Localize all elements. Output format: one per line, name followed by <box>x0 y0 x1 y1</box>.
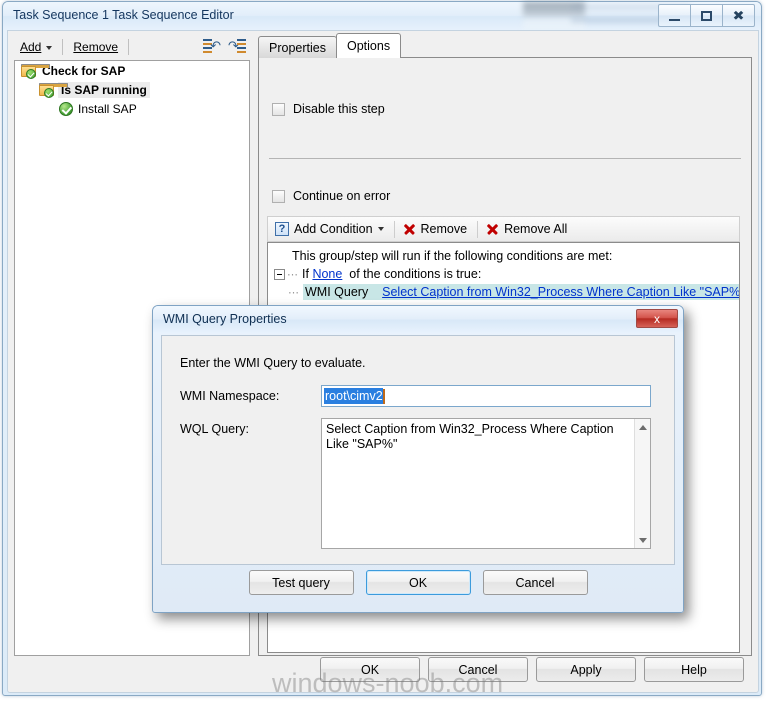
add-condition-button[interactable]: ? Add Condition <box>272 220 390 238</box>
tree-item-install-sap[interactable]: Install SAP <box>15 99 249 118</box>
toolbar-divider-2 <box>477 220 479 238</box>
expand-bars <box>237 39 246 53</box>
continue-on-error-row[interactable]: Continue on error <box>272 189 390 203</box>
green-check-icon <box>59 101 73 116</box>
dialog-buttons: Test query OK Cancel <box>153 570 683 595</box>
test-query-button[interactable]: Test query <box>248 570 354 595</box>
minimize-button[interactable] <box>658 4 691 27</box>
dialog-instruction: Enter the WMI Query to evaluate. <box>180 356 366 370</box>
tree-toolbar: Add Remove ↶ ↷ <box>14 34 250 60</box>
window-title-bar[interactable]: Task Sequence 1 Task Sequence Editor ✖ <box>3 2 761 30</box>
disable-this-step-checkbox[interactable] <box>272 102 285 116</box>
tab-properties-label: Properties <box>269 40 326 55</box>
minimize-icon <box>669 16 680 21</box>
remove-button-label: Remove <box>73 40 119 54</box>
dialog-body: Enter the WMI Query to evaluate. WMI Nam… <box>161 335 675 565</box>
ok-button[interactable]: OK <box>320 657 420 682</box>
wql-query-textarea[interactable]: Select Caption from Win32_Process Where … <box>321 418 651 549</box>
dialog-title-bar[interactable]: WMI Query Properties x <box>153 306 683 333</box>
continue-on-error-checkbox[interactable] <box>272 189 285 203</box>
toolbar-divider <box>62 39 64 55</box>
continue-on-error-label: Continue on error <box>293 189 391 203</box>
remove-condition-button[interactable]: Remove <box>399 220 474 238</box>
maximize-button[interactable] <box>691 4 723 27</box>
dialog-cancel-button[interactable]: Cancel <box>482 570 588 595</box>
wmi-namespace-value: root\cimv2 <box>324 388 383 404</box>
maximize-icon <box>701 10 712 21</box>
options-divider <box>269 158 741 159</box>
tree-item-label: Install SAP <box>78 101 137 116</box>
add-button[interactable]: Add <box>14 37 58 57</box>
tree-item-is-sap-running[interactable]: Is SAP running <box>15 80 249 99</box>
expand-all-icon[interactable]: ↷ <box>228 38 246 55</box>
background-ghost-artifact-b <box>523 18 585 30</box>
toolbar-divider-2 <box>128 39 130 55</box>
remove-button[interactable]: Remove <box>67 37 124 57</box>
text-caret <box>382 388 385 404</box>
if-prefix-label: If <box>302 267 309 281</box>
wql-query-label: WQL Query: <box>180 422 249 436</box>
tree-view-icon-group: ↶ ↷ <box>203 38 246 55</box>
folder-check-icon <box>39 82 68 98</box>
tree-item-label: Check for SAP <box>42 63 126 78</box>
condition-type-label: WMI Query <box>305 285 369 299</box>
condition-value-link[interactable]: Select Caption from Win32_Process Where … <box>382 285 739 299</box>
window-caption-buttons: ✖ <box>658 4 755 27</box>
wql-query-value: Select Caption from Win32_Process Where … <box>326 422 614 451</box>
add-condition-label: Add Condition <box>294 222 373 236</box>
collapse-arrow: ↶ <box>210 38 221 53</box>
close-button[interactable]: ✖ <box>723 4 755 27</box>
wmi-namespace-label: WMI Namespace: <box>180 389 280 403</box>
conditions-intro-text: This group/step will run if the followin… <box>268 247 739 265</box>
dialog-action-buttons: OK Cancel Apply Help <box>8 657 758 682</box>
folder-check-icon <box>21 63 50 79</box>
dialog-ok-button[interactable]: OK <box>365 570 471 595</box>
chevron-down-icon <box>46 45 53 50</box>
disable-this-step-label: Disable this step <box>293 102 385 116</box>
tab-strip: Properties Options <box>258 33 402 58</box>
toolbar-divider <box>393 220 395 238</box>
tree-connector: ⋯ <box>287 268 299 281</box>
apply-button[interactable]: Apply <box>536 657 636 682</box>
add-button-label: Add <box>20 40 42 54</box>
dialog-close-button[interactable]: x <box>636 309 678 328</box>
if-operator-link[interactable]: None <box>312 267 342 281</box>
tab-options-label: Options <box>346 39 391 53</box>
cancel-button[interactable]: Cancel <box>428 657 528 682</box>
remove-all-x-icon <box>485 222 499 236</box>
collapse-expander-icon[interactable] <box>274 268 285 280</box>
chevron-down-icon <box>377 227 384 231</box>
help-button[interactable]: Help <box>644 657 744 682</box>
close-icon: ✖ <box>732 8 745 23</box>
background-ghost-artifact-a <box>523 2 585 18</box>
conditions-intro-label: This group/step will run if the followin… <box>292 249 613 263</box>
scroll-down-icon[interactable] <box>635 532 650 548</box>
close-icon: x <box>654 311 660 326</box>
scroll-up-icon[interactable] <box>635 419 650 435</box>
tree-item-check-for-sap[interactable]: Check for SAP <box>15 61 249 80</box>
remove-x-icon <box>402 222 416 236</box>
disable-this-step-row[interactable]: Disable this step <box>272 102 385 116</box>
tab-options[interactable]: Options <box>335 33 402 58</box>
wmi-namespace-input[interactable]: root\cimv2 <box>321 385 651 407</box>
tree-connector-child: ⋯ <box>288 286 300 299</box>
question-mark-icon: ? <box>275 222 289 236</box>
dialog-title: WMI Query Properties <box>163 312 287 326</box>
collapse-all-icon[interactable]: ↶ <box>203 38 221 55</box>
condition-row-highlight: WMI Query Select Caption from Win32_Proc… <box>303 284 739 300</box>
wql-scrollbar[interactable] <box>634 419 650 548</box>
tree-item-label: Is SAP running <box>58 81 150 98</box>
if-suffix-label: of the conditions is true: <box>349 267 482 281</box>
remove-all-conditions-label: Remove All <box>504 222 568 236</box>
condition-row-wmi-query[interactable]: ⋯ WMI Query Select Caption from Win32_Pr… <box>268 283 739 301</box>
remove-condition-label: Remove <box>420 222 468 236</box>
wmi-query-properties-dialog: WMI Query Properties x Enter the WMI Que… <box>152 305 684 613</box>
conditions-toolbar: ? Add Condition Remove Remove All <box>267 216 740 242</box>
tab-properties[interactable]: Properties <box>258 36 337 58</box>
window-title: Task Sequence 1 Task Sequence Editor <box>13 8 234 22</box>
remove-all-conditions-button[interactable]: Remove All <box>482 220 573 238</box>
conditions-if-row[interactable]: ⋯ If None of the conditions is true: <box>268 265 739 283</box>
